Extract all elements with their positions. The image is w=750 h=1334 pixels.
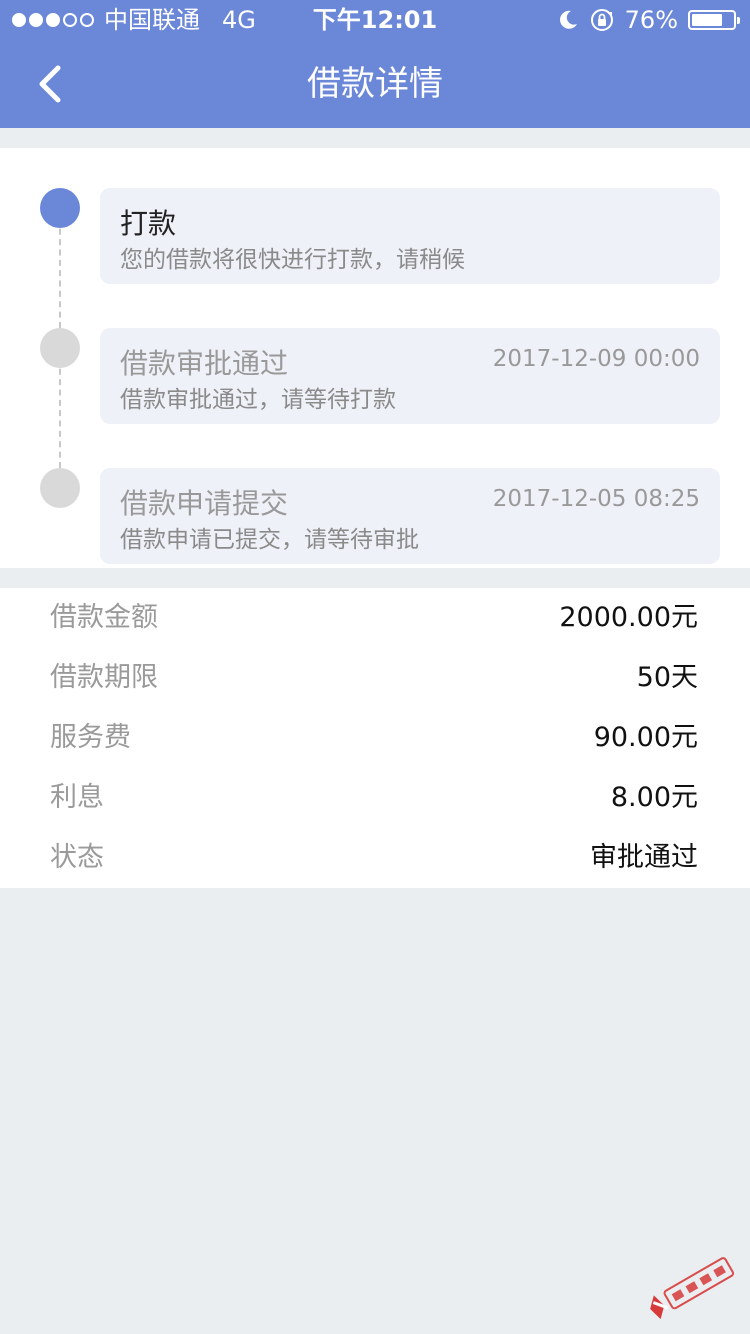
timeline-step-approved: 借款审批通过 2017-12-09 00:00 借款审批通过，请等待打款 xyxy=(100,328,720,424)
step-description: 借款申请已提交，请等待审批 xyxy=(120,527,419,553)
detail-label: 借款金额 xyxy=(50,602,158,633)
detail-label: 状态 xyxy=(50,842,104,873)
step-time: 2017-12-09 00:00 xyxy=(492,346,700,372)
detail-value: 8.00元 xyxy=(610,782,698,813)
timeline-dot-active xyxy=(40,188,80,228)
detail-row-term: 借款期限 50天 xyxy=(0,648,750,708)
detail-label: 借款期限 xyxy=(50,662,158,693)
step-description: 您的借款将很快进行打款，请稍候 xyxy=(120,247,465,273)
timeline-dot xyxy=(40,468,80,508)
detail-row-service-fee: 服务费 90.00元 xyxy=(0,708,750,768)
timeline-dot xyxy=(40,328,80,368)
timeline-step-submitted: 借款申请提交 2017-12-05 08:25 借款申请已提交，请等待审批 xyxy=(100,468,720,564)
detail-row-amount: 借款金额 2000.00元 xyxy=(0,588,750,648)
nav-bar: 借款详情 xyxy=(0,40,750,128)
detail-label: 服务费 xyxy=(50,722,131,753)
detail-value: 审批通过 xyxy=(590,842,698,873)
step-description: 借款审批通过，请等待打款 xyxy=(120,387,396,413)
battery-percent: 76% xyxy=(624,6,678,34)
battery-fill xyxy=(692,14,723,26)
watermark-logo xyxy=(632,1235,749,1334)
detail-row-status: 状态 审批通过 xyxy=(0,828,750,888)
loan-details: 借款金额 2000.00元 借款期限 50天 服务费 90.00元 利息 8.0… xyxy=(0,588,750,888)
timeline-step-disbursement: 打款 您的借款将很快进行打款，请稍候 xyxy=(100,188,720,284)
detail-label: 利息 xyxy=(50,782,104,813)
loan-progress-timeline: 打款 您的借款将很快进行打款，请稍候 借款审批通过 2017-12-09 00:… xyxy=(0,148,750,568)
header: 中国联通 4G 下午12:01 76% 借款详情 xyxy=(0,0,750,128)
detail-value: 50天 xyxy=(636,662,698,693)
detail-value: 2000.00元 xyxy=(559,602,698,633)
step-time: 2017-12-05 08:25 xyxy=(492,486,700,512)
status-right: 76% xyxy=(557,0,740,40)
moon-icon xyxy=(557,9,579,31)
step-title: 打款 xyxy=(120,207,177,240)
detail-row-interest: 利息 8.00元 xyxy=(0,768,750,828)
detail-value: 90.00元 xyxy=(593,722,698,753)
status-bar: 中国联通 4G 下午12:01 76% xyxy=(0,0,750,40)
page-title: 借款详情 xyxy=(307,64,443,104)
step-title: 借款申请提交 xyxy=(120,487,289,520)
step-title: 借款审批通过 xyxy=(120,347,289,380)
loan-detail-screen: 中国联通 4G 下午12:01 76% 借款详情 打款 您的借款将很快进行打款，… xyxy=(0,0,750,1334)
rotation-lock-icon xyxy=(589,7,615,33)
battery-icon xyxy=(688,10,740,30)
